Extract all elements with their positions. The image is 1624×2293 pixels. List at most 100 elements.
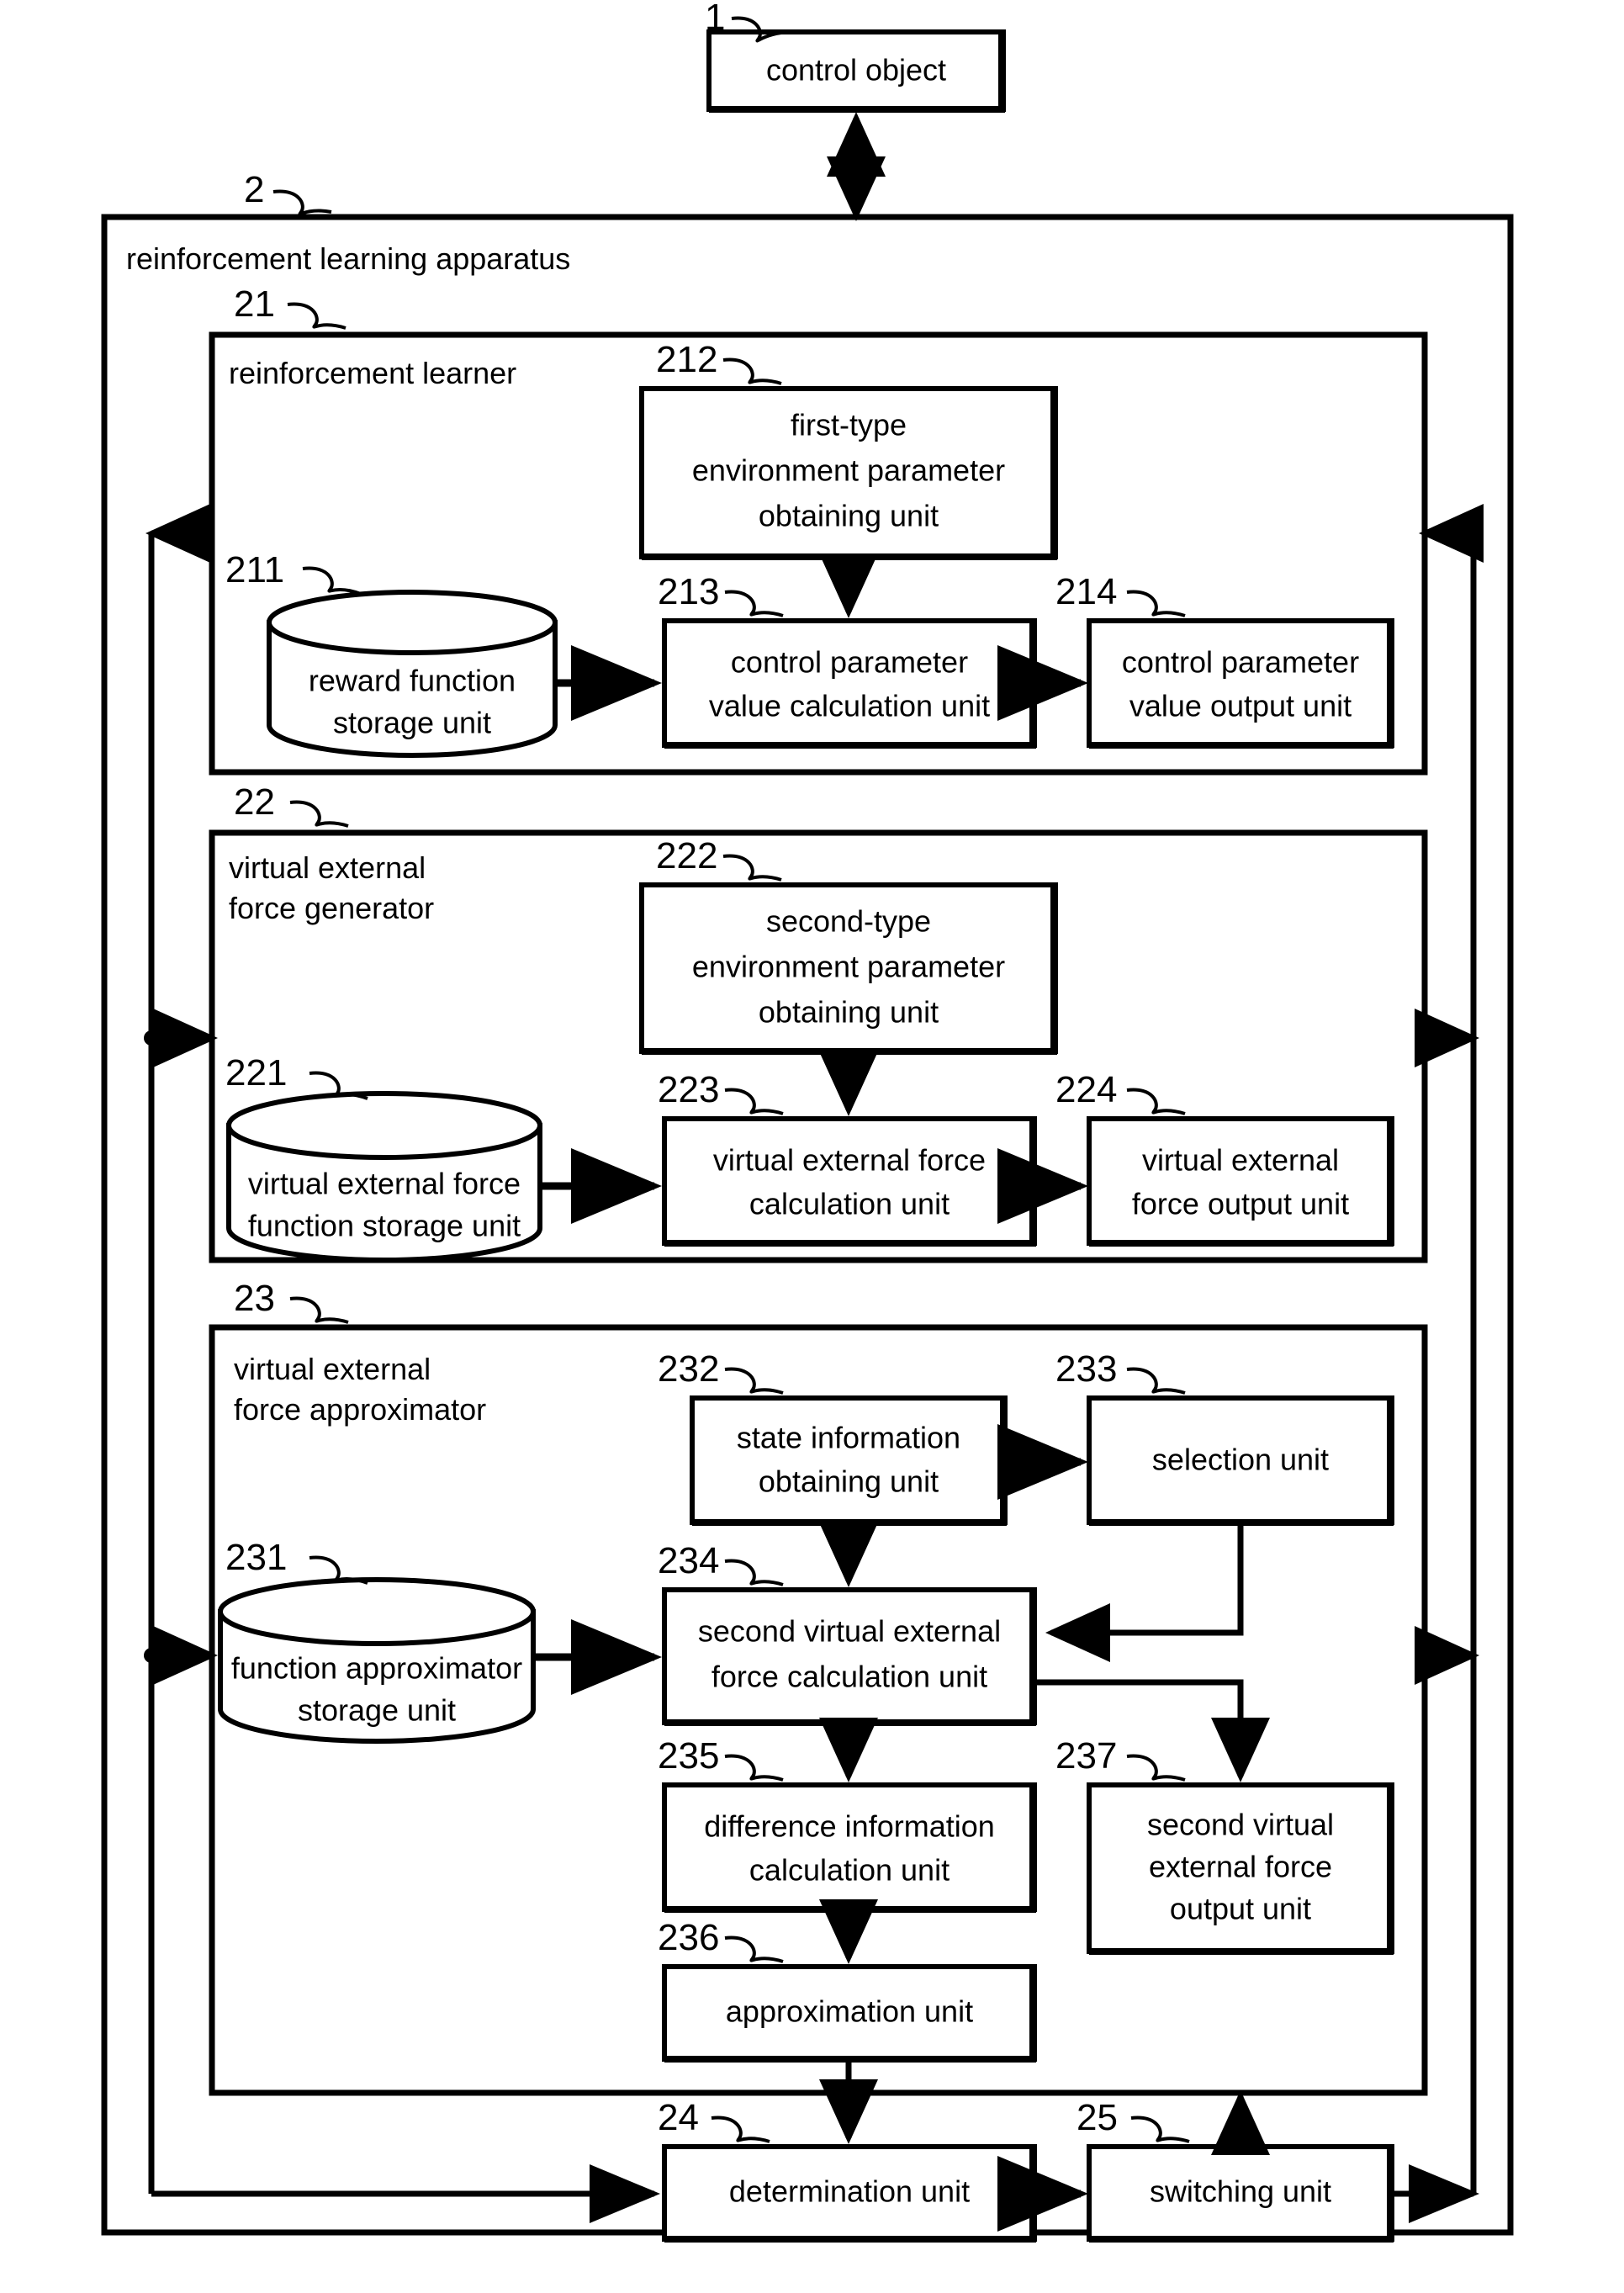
block-212: first-type environment parameter obtaini…: [639, 386, 1058, 560]
block-234-line-2: force calculation unit: [711, 1660, 987, 1694]
block-237-line-3: output unit: [1170, 1892, 1311, 1926]
ref-236-label: 236: [658, 1917, 719, 1958]
ref-223-leader: 223: [658, 1069, 784, 1115]
patent-block-diagram: control object 1 reinforcement learning …: [101, 0, 1514, 2243]
ref-232-leader: 232: [658, 1348, 784, 1395]
ref-2-label: 2: [244, 169, 264, 210]
block-237-line-2: external force: [1149, 1850, 1332, 1884]
block-214-line-2: value output unit: [1129, 689, 1352, 723]
block-224-line-1: virtual external: [1142, 1143, 1339, 1178]
ref-22-leader: 22: [234, 781, 349, 828]
ref-214-label: 214: [1055, 571, 1117, 612]
ref-211-label: 211: [225, 549, 284, 590]
block-235-line-2: calculation unit: [749, 1853, 950, 1888]
block-211: reward function storage unit: [267, 590, 558, 758]
block-232-line-2: obtaining unit: [759, 1464, 939, 1499]
apparatus-label: reinforcement learning apparatus: [126, 241, 570, 276]
ref-25-label: 25: [1076, 2097, 1118, 2138]
ref-232-label: 232: [658, 1348, 719, 1390]
block-233-line-1: selection unit: [1152, 1443, 1329, 1477]
ref-234-label: 234: [658, 1540, 719, 1581]
ref-231-leader: 231: [225, 1537, 368, 1585]
block-222-line-1: second-type: [766, 904, 931, 939]
ref-1-label: 1: [705, 0, 725, 38]
ref-234-leader: 234: [658, 1540, 784, 1586]
ref-235-label: 235: [658, 1735, 719, 1777]
ref-221-label: 221: [225, 1052, 287, 1094]
ref-212-label: 212: [656, 339, 717, 380]
block-213-line-2: value calculation unit: [709, 689, 990, 723]
block-237-line-1: second virtual: [1147, 1808, 1334, 1842]
control-object-block: control object: [706, 29, 1006, 113]
block-224: virtual external force output unit: [1087, 1116, 1394, 1247]
control-object-label: control object: [766, 53, 946, 87]
ref-23-label: 23: [234, 1278, 275, 1319]
block-25-label: switching unit: [1150, 2174, 1331, 2209]
block-25-switching-unit: switching unit: [1087, 2144, 1394, 2243]
section-23-label-line-1: virtual external: [234, 1352, 431, 1386]
block-235: difference information calculation unit: [662, 1782, 1037, 1913]
ref-236-leader: 236: [658, 1917, 784, 1963]
block-212-line-3: obtaining unit: [759, 499, 939, 533]
block-223-line-1: virtual external force: [713, 1143, 986, 1178]
ref-213-leader: 213: [658, 571, 784, 617]
ref-24-label: 24: [658, 2097, 699, 2138]
ref-211-leader: 211: [225, 549, 362, 596]
block-221-line-1: virtual external force: [248, 1167, 521, 1201]
section-22-label-line-1: virtual external: [229, 850, 426, 885]
diagram-canvas: control object 1 reinforcement learning …: [0, 0, 1624, 2293]
ref-237-leader: 237: [1055, 1735, 1186, 1782]
block-236: approximation unit: [662, 1964, 1037, 2063]
ref-231-label: 231: [225, 1537, 287, 1578]
block-214-line-1: control parameter: [1122, 645, 1359, 680]
block-234-line-1: second virtual external: [698, 1614, 1001, 1649]
ref-224-leader: 224: [1055, 1069, 1186, 1115]
section-22-label-line-2: force generator: [229, 891, 434, 925]
section-23-label-line-2: force approximator: [234, 1392, 486, 1427]
block-221: virtual external force function storage …: [226, 1091, 542, 1263]
block-211-line-1: reward function: [309, 664, 516, 698]
block-232-line-1: state information: [737, 1421, 960, 1455]
ref-214-leader: 214: [1055, 571, 1186, 617]
ref-2-leader: 2: [244, 169, 332, 216]
block-232: state information obtaining unit: [690, 1395, 1008, 1526]
block-231-line-1: function approximator: [231, 1651, 522, 1686]
block-222-line-2: environment parameter: [692, 950, 1005, 984]
block-212-line-2: environment parameter: [692, 453, 1005, 488]
block-214: control parameter value output unit: [1087, 618, 1394, 749]
ref-21-leader: 21: [234, 283, 346, 330]
ref-24-leader: 24: [658, 2097, 770, 2143]
ref-233-label: 233: [1055, 1348, 1117, 1390]
block-213-line-1: control parameter: [731, 645, 968, 680]
block-224-line-2: force output unit: [1132, 1187, 1349, 1221]
right-bus: [1394, 504, 1484, 2223]
block-223-line-2: calculation unit: [749, 1187, 950, 1221]
block-237: second virtual external force output uni…: [1087, 1782, 1394, 1955]
ref-235-leader: 235: [658, 1735, 784, 1782]
ref-223-label: 223: [658, 1069, 719, 1110]
block-211-line-2: storage unit: [333, 706, 491, 740]
block-212-line-1: first-type: [791, 408, 907, 442]
ref-222-leader: 222: [656, 835, 782, 882]
block-222: second-type environment parameter obtain…: [639, 882, 1058, 1055]
block-221-line-2: function storage unit: [248, 1209, 521, 1243]
ref-237-label: 237: [1055, 1735, 1117, 1777]
block-223: virtual external force calculation unit: [662, 1116, 1037, 1247]
block-236-line-1: approximation unit: [726, 1994, 973, 2029]
ref-212-leader: 212: [656, 339, 782, 385]
block-213: control parameter value calculation unit: [662, 618, 1037, 749]
ref-23-leader: 23: [234, 1278, 349, 1324]
block-222-line-3: obtaining unit: [759, 995, 939, 1030]
block-233: selection unit: [1087, 1395, 1394, 1526]
block-24-determination-unit: determination unit: [662, 2144, 1037, 2243]
ref-221-leader: 221: [225, 1052, 368, 1100]
ref-222-label: 222: [656, 835, 717, 876]
ref-224-label: 224: [1055, 1069, 1117, 1110]
ref-22-label: 22: [234, 781, 275, 823]
block-235-line-1: difference information: [704, 1809, 995, 1844]
block-234: second virtual external force calculatio…: [662, 1587, 1037, 1726]
ref-25-leader: 25: [1076, 2097, 1190, 2143]
ref-21-label: 21: [234, 283, 275, 325]
ref-213-label: 213: [658, 571, 719, 612]
ref-233-leader: 233: [1055, 1348, 1186, 1395]
